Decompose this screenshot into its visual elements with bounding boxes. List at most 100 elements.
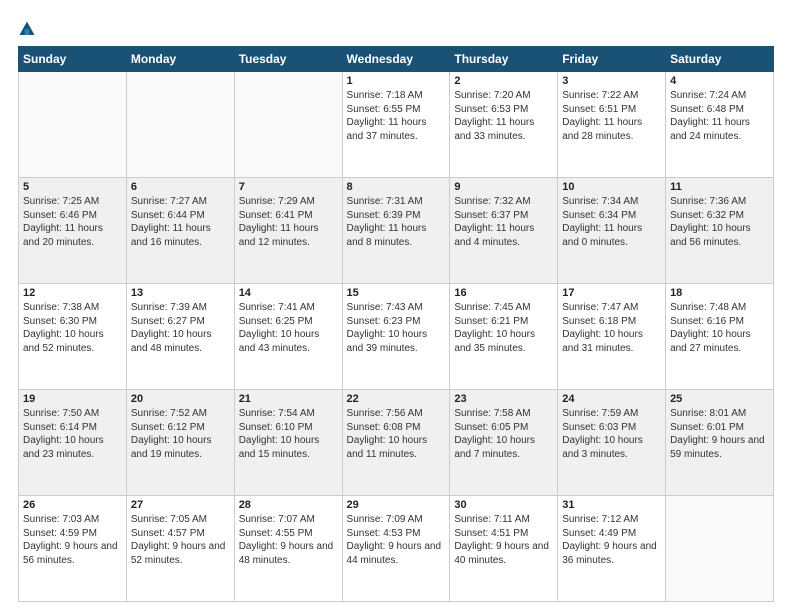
cell-detail: Sunset: 4:55 PM [239, 527, 338, 541]
cell-detail: Daylight: 9 hours and 52 minutes. [131, 540, 230, 567]
cell-detail: Sunset: 4:49 PM [562, 527, 661, 541]
calendar-cell: 12 Sunrise: 7:38 AMSunset: 6:30 PMDayligh… [19, 284, 127, 390]
day-number: 21 [239, 393, 338, 405]
day-number: 14 [239, 287, 338, 299]
page: SundayMondayTuesdayWednesdayThursdayFrid… [0, 0, 792, 612]
cell-detail: Sunset: 6:08 PM [347, 421, 446, 435]
calendar-cell: 22Sunrise: 7:56 AMSunset: 6:08 PMDayligh… [342, 390, 450, 496]
calendar-cell [126, 72, 234, 178]
cell-detail: Daylight: 11 hours and 33 minutes. [454, 116, 553, 143]
calendar-cell: 25Sunrise: 8:01 AMSunset: 6:01 PMDayligh… [666, 390, 774, 496]
calendar-cell: 15Sunrise: 7:43 AMSunset: 6:23 PMDayligh… [342, 284, 450, 390]
calendar-cell: 8Sunrise: 7:31 AMSunset: 6:39 PMDaylight… [342, 178, 450, 284]
cell-detail: Daylight: 10 hours and 31 minutes. [562, 328, 661, 355]
cell-detail: Sunrise: 7:24 AM [670, 89, 769, 103]
calendar-cell: 14Sunrise: 7:41 AMSunset: 6:25 PMDayligh… [234, 284, 342, 390]
cell-detail: Sunrise: 7:27 AM [131, 195, 230, 209]
header [18, 16, 774, 38]
cell-detail: Daylight: 11 hours and 8 minutes. [347, 222, 446, 249]
cell-detail: Sunset: 4:59 PM [23, 527, 122, 541]
day-number: 28 [239, 499, 338, 511]
cell-detail: Daylight: 10 hours and 39 minutes. [347, 328, 446, 355]
cell-detail: Daylight: 9 hours and 44 minutes. [347, 540, 446, 567]
calendar-cell: 11Sunrise: 7:36 AMSunset: 6:32 PMDayligh… [666, 178, 774, 284]
cell-detail: Daylight: 10 hours and 27 minutes. [670, 328, 769, 355]
day-number: 24 [562, 393, 661, 405]
cell-detail: Sunset: 6:05 PM [454, 421, 553, 435]
cell-detail: Daylight: 10 hours and 48 minutes. [131, 328, 230, 355]
day-number: 20 [131, 393, 230, 405]
calendar-cell: 16Sunrise: 7:45 AMSunset: 6:21 PMDayligh… [450, 284, 558, 390]
cell-detail: Daylight: 11 hours and 28 minutes. [562, 116, 661, 143]
calendar-cell: 24Sunrise: 7:59 AMSunset: 6:03 PMDayligh… [558, 390, 666, 496]
calendar-week-row: 5Sunrise: 7:25 AMSunset: 6:46 PMDaylight… [19, 178, 774, 284]
day-number: 4 [670, 75, 769, 87]
cell-detail: Sunset: 6:18 PM [562, 315, 661, 329]
cell-detail: Daylight: 11 hours and 37 minutes. [347, 116, 446, 143]
cell-detail: Daylight: 11 hours and 0 minutes. [562, 222, 661, 249]
calendar-cell [666, 496, 774, 602]
cell-detail: Daylight: 9 hours and 56 minutes. [23, 540, 122, 567]
day-number: 9 [454, 181, 553, 193]
weekday-header-row: SundayMondayTuesdayWednesdayThursdayFrid… [19, 47, 774, 72]
calendar-cell: 19Sunrise: 7:50 AMSunset: 6:14 PMDayligh… [19, 390, 127, 496]
cell-detail: Sunset: 6:46 PM [23, 209, 122, 223]
calendar-cell: 7Sunrise: 7:29 AMSunset: 6:41 PMDaylight… [234, 178, 342, 284]
cell-detail: Sunrise: 7:32 AM [454, 195, 553, 209]
weekday-header-monday: Monday [126, 47, 234, 72]
cell-detail: Sunset: 6:03 PM [562, 421, 661, 435]
calendar-cell: 20Sunrise: 7:52 AMSunset: 6:12 PMDayligh… [126, 390, 234, 496]
day-number: 16 [454, 287, 553, 299]
cell-detail: Daylight: 10 hours and 7 minutes. [454, 434, 553, 461]
calendar-cell: 27Sunrise: 7:05 AMSunset: 4:57 PMDayligh… [126, 496, 234, 602]
cell-detail: Sunrise: 7:20 AM [454, 89, 553, 103]
cell-detail: Sunrise: 8:01 AM [670, 407, 769, 421]
day-number: 1 [347, 75, 446, 87]
cell-detail: Sunset: 4:57 PM [131, 527, 230, 541]
weekday-header-wednesday: Wednesday [342, 47, 450, 72]
day-number: 13 [131, 287, 230, 299]
cell-detail: Sunset: 6:16 PM [670, 315, 769, 329]
calendar-week-row: 1Sunrise: 7:18 AMSunset: 6:55 PMDaylight… [19, 72, 774, 178]
day-number: 3 [562, 75, 661, 87]
cell-detail: Sunrise: 7:59 AM [562, 407, 661, 421]
day-number: 23 [454, 393, 553, 405]
cell-detail: Daylight: 11 hours and 4 minutes. [454, 222, 553, 249]
day-number: 30 [454, 499, 553, 511]
cell-detail: Sunrise: 7:22 AM [562, 89, 661, 103]
cell-detail: Sunrise: 7:41 AM [239, 301, 338, 315]
day-number: 8 [347, 181, 446, 193]
cell-detail: Sunset: 6:44 PM [131, 209, 230, 223]
cell-detail: Daylight: 10 hours and 19 minutes. [131, 434, 230, 461]
cell-detail: Sunset: 6:14 PM [23, 421, 122, 435]
cell-detail: Sunset: 6:39 PM [347, 209, 446, 223]
day-number: 12 [23, 287, 122, 299]
cell-detail: Sunset: 6:48 PM [670, 103, 769, 117]
cell-detail: Sunset: 4:53 PM [347, 527, 446, 541]
cell-detail: Sunset: 6:25 PM [239, 315, 338, 329]
cell-detail: Daylight: 9 hours and 40 minutes. [454, 540, 553, 567]
calendar-cell: 21Sunrise: 7:54 AMSunset: 6:10 PMDayligh… [234, 390, 342, 496]
cell-detail: Sunset: 6:30 PM [23, 315, 122, 329]
cell-detail: Sunset: 6:37 PM [454, 209, 553, 223]
cell-detail: Daylight: 10 hours and 23 minutes. [23, 434, 122, 461]
weekday-header-thursday: Thursday [450, 47, 558, 72]
cell-detail: Sunset: 6:12 PM [131, 421, 230, 435]
cell-detail: Sunrise: 7:03 AM [23, 513, 122, 527]
cell-detail: Sunrise: 7:50 AM [23, 407, 122, 421]
cell-detail: Sunset: 6:51 PM [562, 103, 661, 117]
day-number: 5 [23, 181, 122, 193]
cell-detail: Sunrise: 7:38 AM [23, 301, 122, 315]
logo [18, 20, 40, 38]
cell-detail: Daylight: 11 hours and 16 minutes. [131, 222, 230, 249]
cell-detail: Sunrise: 7:56 AM [347, 407, 446, 421]
weekday-header-saturday: Saturday [666, 47, 774, 72]
cell-detail: Daylight: 10 hours and 52 minutes. [23, 328, 122, 355]
cell-detail: Sunrise: 7:12 AM [562, 513, 661, 527]
calendar-cell: 1Sunrise: 7:18 AMSunset: 6:55 PMDaylight… [342, 72, 450, 178]
cell-detail: Daylight: 9 hours and 48 minutes. [239, 540, 338, 567]
cell-detail: Daylight: 9 hours and 59 minutes. [670, 434, 769, 461]
logo-icon [18, 20, 36, 38]
day-number: 25 [670, 393, 769, 405]
day-number: 26 [23, 499, 122, 511]
